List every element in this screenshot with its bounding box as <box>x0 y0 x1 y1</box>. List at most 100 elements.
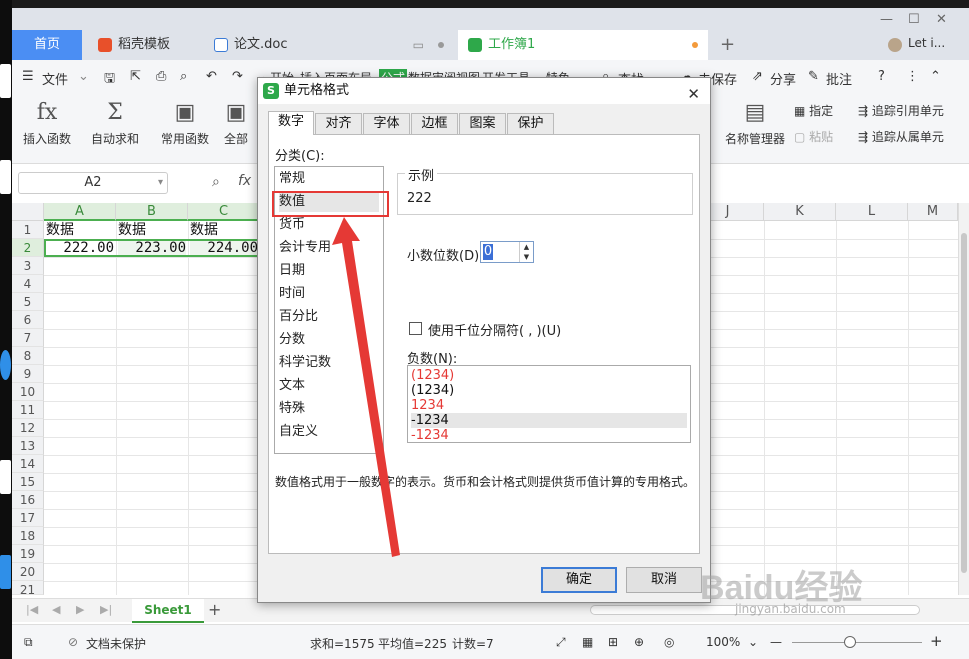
redo-icon[interactable]: ↷ <box>232 69 243 84</box>
decimal-places-value[interactable]: 0 <box>483 244 493 260</box>
protect-status[interactable]: 文档未保护 <box>86 635 146 652</box>
row-header[interactable]: 6 <box>12 311 44 329</box>
tab-workbook1[interactable]: 工作簿1 <box>458 30 708 60</box>
thousands-separator-checkbox[interactable] <box>409 322 422 335</box>
row-header[interactable]: 13 <box>12 437 44 455</box>
row-header[interactable]: 16 <box>12 491 44 509</box>
paste-button[interactable]: ▢ 粘贴 <box>794 128 844 145</box>
preview-icon[interactable]: ⌕ <box>180 69 187 84</box>
cell-a1[interactable]: 数据 <box>46 221 74 239</box>
more-options-icon[interactable]: ⋮ <box>906 69 919 84</box>
eye-icon[interactable]: ◎ <box>664 635 674 649</box>
specify-button[interactable]: ▦ 指定 <box>794 102 844 119</box>
page-break-icon[interactable]: ⊞ <box>608 635 618 649</box>
row-header[interactable]: 4 <box>12 275 44 293</box>
column-header[interactable]: A <box>44 203 116 221</box>
row-header[interactable]: 10 <box>12 383 44 401</box>
fx-icon[interactable]: fx <box>238 173 251 189</box>
comment-button[interactable]: 批注 <box>826 69 852 88</box>
column-header[interactable]: M <box>908 203 958 221</box>
column-header[interactable]: C <box>188 203 260 221</box>
negative-numbers-list[interactable]: (1234) (1234) 1234 -1234 -1234 <box>407 365 691 443</box>
row-header[interactable]: 12 <box>12 419 44 437</box>
category-item[interactable]: 常规 <box>279 169 379 189</box>
row-header[interactable]: 18 <box>12 527 44 545</box>
all-functions-button[interactable]: ▣ 全部 <box>220 100 252 147</box>
cell-b1[interactable]: 数据 <box>118 221 146 239</box>
tab-home[interactable]: 首页 <box>12 30 82 60</box>
save-icon[interactable]: 🖫 <box>104 69 115 91</box>
fullscreen-icon[interactable]: ⤢ <box>556 635 566 650</box>
chevron-down-icon[interactable]: ▾ <box>158 173 163 193</box>
row-header[interactable]: 5 <box>12 293 44 311</box>
last-sheet-icon[interactable]: ▶| <box>100 603 112 616</box>
negative-format-item[interactable]: -1234 <box>411 413 687 428</box>
row-header[interactable]: 17 <box>12 509 44 527</box>
menu-file[interactable]: 文件 <box>42 69 68 88</box>
name-manager-button[interactable]: ▤ 名称管理器 <box>722 100 788 147</box>
help-icon[interactable]: ? <box>878 69 885 84</box>
sheet-tab-sheet1[interactable]: Sheet1 <box>132 599 204 623</box>
insert-function-button[interactable]: fx 插入函数 <box>20 100 74 147</box>
desktop-shortcut-icon[interactable] <box>0 350 11 380</box>
tab-border[interactable]: 边框 <box>411 113 458 135</box>
trace-precedents-button[interactable]: ⇶ 追踪引用单元 <box>858 102 968 119</box>
first-sheet-icon[interactable]: |◀ <box>26 603 38 616</box>
negative-format-item[interactable]: (1234) <box>411 383 687 398</box>
user-name[interactable]: Let i... <box>908 36 945 50</box>
row-header[interactable]: 15 <box>12 473 44 491</box>
select-all-corner[interactable] <box>12 203 44 221</box>
close-icon[interactable]: ✕ <box>936 12 947 27</box>
cell-c1[interactable]: 数据 <box>190 221 218 239</box>
zoom-out-button[interactable]: — <box>770 635 782 649</box>
row-header[interactable]: 3 <box>12 257 44 275</box>
ok-button[interactable]: 确定 <box>541 567 617 593</box>
add-sheet-button[interactable]: + <box>208 600 221 619</box>
row-header[interactable]: 19 <box>12 545 44 563</box>
column-header[interactable]: B <box>116 203 188 221</box>
tab-thesis-doc[interactable]: 论文.doc ▭ <box>204 30 454 60</box>
row-header[interactable]: 1 <box>12 221 44 239</box>
layout-icon[interactable]: ⧉ <box>24 635 33 650</box>
share-button[interactable]: 分享 <box>770 69 796 88</box>
row-header[interactable]: 11 <box>12 401 44 419</box>
desktop-shortcut-icon[interactable] <box>0 64 11 98</box>
maximize-icon[interactable]: ☐ <box>908 12 920 27</box>
zoom-slider-thumb[interactable] <box>844 636 856 648</box>
zoom-level[interactable]: 100% <box>706 635 740 649</box>
prev-sheet-icon[interactable]: ◀ <box>52 603 60 616</box>
trace-dependents-button[interactable]: ⇶ 追踪从属单元 <box>858 128 968 145</box>
zoom-search-icon[interactable]: ⌕ <box>212 174 220 190</box>
chevron-down-icon[interactable]: ⌄ <box>748 635 758 649</box>
scrollbar-thumb[interactable] <box>961 233 967 573</box>
name-box[interactable]: A2 ▾ <box>18 172 168 194</box>
negative-format-item[interactable]: (1234) <box>411 368 687 383</box>
row-header[interactable]: 14 <box>12 455 44 473</box>
row-header[interactable]: 9 <box>12 365 44 383</box>
negative-format-item[interactable]: 1234 <box>411 398 687 413</box>
tab-number[interactable]: 数字 <box>268 111 314 135</box>
tab-protection[interactable]: 保护 <box>507 113 554 135</box>
row-header[interactable]: 7 <box>12 329 44 347</box>
normal-view-icon[interactable]: ▦ <box>582 635 593 649</box>
print-icon[interactable]: ⎙ <box>156 69 166 84</box>
avatar[interactable] <box>888 38 902 52</box>
column-header[interactable]: L <box>836 203 908 221</box>
export-icon[interactable]: ⇱ <box>130 69 141 84</box>
next-sheet-icon[interactable]: ▶ <box>76 603 84 616</box>
autosum-button[interactable]: Σ 自动求和 <box>84 100 146 147</box>
new-tab-button[interactable]: + <box>720 34 735 55</box>
desktop-shortcut-icon[interactable] <box>0 460 11 494</box>
thousands-separator-label[interactable]: 使用千位分隔符( , )(U) <box>428 320 561 339</box>
cancel-button[interactable]: 取消 <box>626 567 702 593</box>
chevron-down-icon[interactable]: ⌄ <box>78 69 89 84</box>
minimize-icon[interactable]: — <box>880 12 893 27</box>
common-functions-button[interactable]: ▣ 常用函数 <box>154 100 216 147</box>
share-icon[interactable]: ⇗ <box>752 69 763 84</box>
column-header[interactable]: K <box>764 203 836 221</box>
row-header[interactable]: 8 <box>12 347 44 365</box>
negative-format-item[interactable]: -1234 <box>411 428 687 443</box>
tab-font[interactable]: 字体 <box>363 113 410 135</box>
row-header[interactable]: 21 <box>12 581 44 597</box>
desktop-shortcut-icon[interactable] <box>0 160 11 194</box>
